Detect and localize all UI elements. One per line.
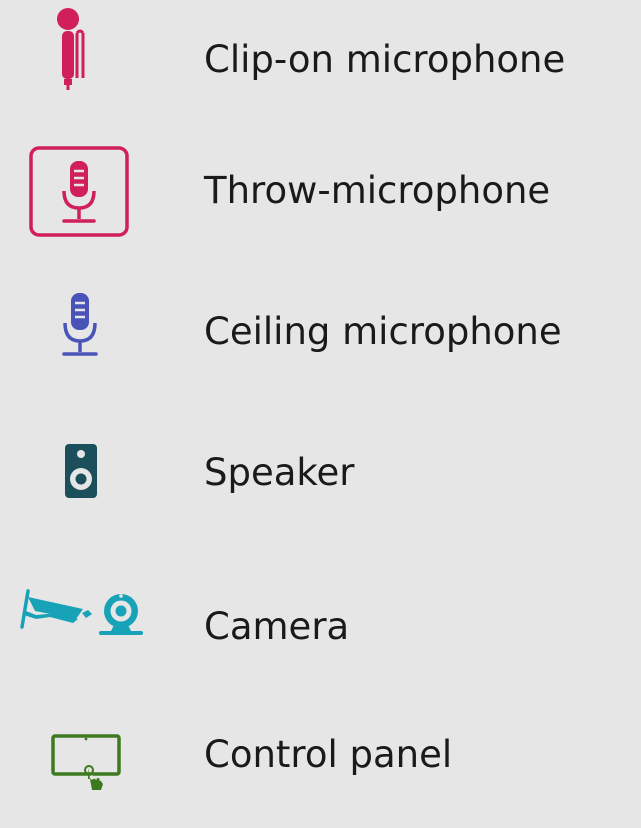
legend-label: Throw-microphone — [204, 169, 551, 212]
legend-label: Control panel — [204, 733, 453, 776]
legend-item-ceiling-microphone: Ceiling microphone — [0, 272, 641, 392]
legend-label: Ceiling microphone — [204, 310, 562, 353]
legend-label: Clip-on microphone — [204, 38, 566, 81]
legend-item-clip-on-microphone: Clip-on microphone — [0, 0, 641, 120]
legend-label: Speaker — [204, 451, 355, 494]
speaker-icon — [0, 413, 180, 533]
control-panel-icon — [0, 708, 180, 793]
device-legend: Clip-on microphone Throw-microphone Ceil… — [0, 0, 641, 793]
camera-icon — [0, 567, 180, 687]
ceiling-microphone-icon — [0, 272, 180, 392]
legend-label: Camera — [204, 605, 350, 648]
legend-item-throw-microphone: Throw-microphone — [0, 131, 641, 251]
legend-item-camera: Camera — [0, 567, 641, 687]
clip-on-microphone-icon — [0, 0, 180, 120]
legend-item-speaker: Speaker — [0, 413, 641, 533]
legend-item-control-panel: Control panel — [0, 708, 641, 828]
throw-microphone-icon — [0, 131, 180, 251]
